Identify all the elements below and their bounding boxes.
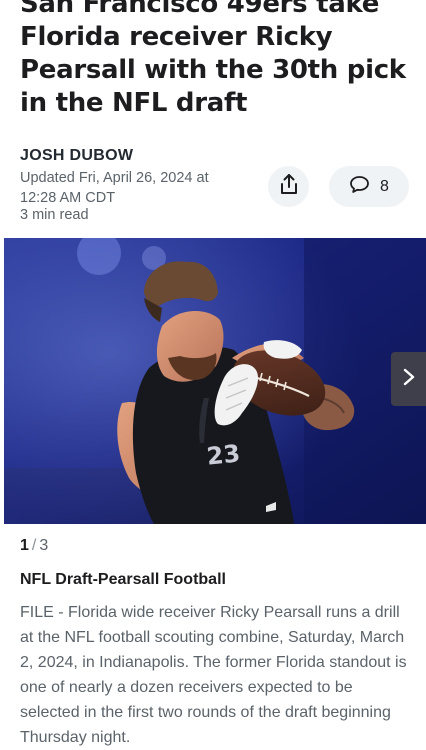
share-button[interactable] [268, 166, 309, 207]
slide-counter: 1/3 [20, 537, 48, 555]
comment-bubble-icon [349, 175, 370, 199]
article-headline: San Francisco 49ers take Florida receive… [20, 0, 406, 118]
jersey-number: 23 [205, 439, 241, 470]
next-slide-button[interactable] [391, 352, 426, 406]
article-page: San Francisco 49ers take Florida receive… [0, 0, 426, 750]
chevron-right-icon [402, 367, 416, 392]
slideshow-image[interactable]: 23 [4, 238, 426, 524]
caption-text: FILE - Florida wide receiver Ricky Pears… [20, 604, 407, 746]
caption-title: NFL Draft-Pearsall Football [20, 571, 226, 588]
comments-button[interactable]: 8 [329, 166, 409, 207]
updated-timestamp: Updated Fri, April 26, 2024 at 12:28 AM … [20, 170, 209, 206]
comment-count: 8 [380, 177, 389, 195]
slide-total: 3 [39, 537, 49, 554]
author-name[interactable]: JOSH DUBOW [20, 147, 133, 165]
read-time: 3 min read [20, 207, 89, 223]
slide-separator: / [31, 537, 37, 554]
slide-current: 1 [20, 537, 29, 554]
share-icon [279, 173, 299, 200]
